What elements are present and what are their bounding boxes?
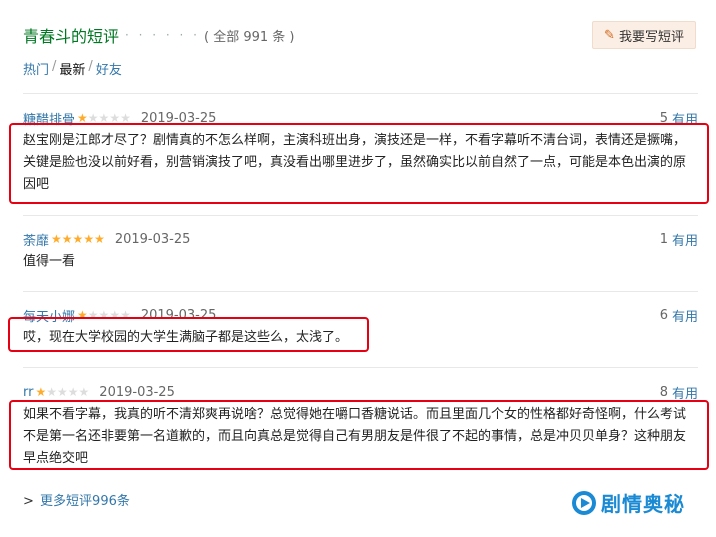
more-comments-label: 更多短评996条	[40, 494, 130, 509]
section-title[interactable]: 青春斗的短评	[23, 23, 119, 47]
star-empty-icon: ★	[78, 385, 90, 399]
comment-date: 2019-03-25	[140, 307, 217, 323]
comment-date: 2019-03-25	[140, 110, 217, 126]
more-comments-link[interactable]: > 更多短评996条	[23, 490, 130, 509]
write-comment-label: 我要写短评	[618, 29, 684, 45]
star-empty-icon: ★	[120, 308, 131, 322]
useful-vote-link[interactable]: 有用	[672, 230, 698, 249]
tab-latest[interactable]: 最新	[59, 59, 85, 78]
watermark-text: 剧情奥秘	[601, 492, 685, 516]
comment-meta: 每天小娜 ★ ★ ★ ★ ★ 2019-03-25	[23, 306, 217, 325]
comment-meta: rr ★ ★ ★ ★ ★ 2019-03-25	[23, 383, 175, 401]
useful-vote-link[interactable]: 有用	[672, 109, 698, 128]
rating-stars: ★ ★ ★ ★ ★	[77, 112, 131, 124]
star-empty-icon: ★	[87, 308, 99, 322]
comments-header: 青春斗的短评 · · · · · · ( 全部 991 条 )	[23, 22, 294, 48]
comment-date: 2019-03-25	[114, 231, 191, 247]
tab-separator: /	[52, 59, 57, 74]
star-filled-icon: ★	[35, 385, 47, 399]
useful-number: 1	[659, 231, 668, 247]
rating-stars: ★ ★ ★ ★ ★	[77, 309, 131, 321]
tab-separator: /	[88, 59, 93, 74]
tab-friends[interactable]: 好友	[96, 59, 122, 78]
comment-meta: 糖醋排骨 ★ ★ ★ ★ ★ 2019-03-25	[23, 109, 217, 128]
star-empty-icon: ★	[87, 111, 99, 125]
star-empty-icon: ★	[67, 385, 79, 399]
comment-username[interactable]: 荼靡	[23, 230, 49, 249]
rating-stars: ★ ★ ★ ★ ★	[35, 386, 89, 398]
comment-username[interactable]: rr	[23, 385, 33, 400]
star-filled-icon: ★	[77, 111, 88, 125]
star-filled-icon: ★	[61, 232, 73, 246]
useful-number: 8	[659, 384, 668, 400]
star-empty-icon: ★	[109, 111, 121, 125]
divider	[23, 215, 698, 216]
star-filled-icon: ★	[94, 232, 105, 246]
star-filled-icon: ★	[72, 232, 84, 246]
star-empty-icon: ★	[98, 308, 110, 322]
star-empty-icon: ★	[109, 308, 121, 322]
star-filled-icon: ★	[83, 232, 95, 246]
rating-stars: ★ ★ ★ ★ ★	[51, 233, 105, 245]
star-empty-icon: ★	[98, 111, 110, 125]
star-empty-icon: ★	[120, 111, 131, 125]
title-dots: · · · · · ·	[125, 28, 200, 42]
star-filled-icon: ★	[51, 232, 62, 246]
useful-vote-link[interactable]: 有用	[672, 306, 698, 325]
comment-text: 哎，现在大学校园的大学生满脑子都是这些么，太浅了。	[23, 330, 349, 345]
comment-text: 如果不看字幕，我真的听不清郑爽再说啥？总觉得她在嚼口香糖说话。而且里面几个女的性…	[23, 407, 687, 466]
comment-username[interactable]: 糖醋排骨	[23, 109, 75, 128]
star-empty-icon: ★	[57, 385, 68, 399]
useful-count: 6 有用	[659, 306, 698, 325]
sort-tabs: 热门 / 最新 / 好友	[23, 59, 122, 78]
comment-date: 2019-03-25	[99, 384, 175, 400]
comment-text: 赵宝刚是江郎才尽了？剧情真的不怎么样啊，主演科班出身，演技还是一样，不看字幕听不…	[23, 133, 687, 192]
chevron-right-icon: >	[23, 494, 34, 509]
useful-count: 5 有用	[659, 109, 698, 128]
divider	[23, 93, 698, 94]
star-empty-icon: ★	[46, 385, 57, 399]
watermark: 剧情奥秘	[571, 488, 685, 517]
total-count-link[interactable]: ( 全部 991 条 )	[204, 26, 295, 45]
useful-count: 1 有用	[659, 230, 698, 249]
useful-number: 6	[659, 307, 668, 323]
divider	[23, 367, 698, 368]
comment-text: 值得一看	[23, 254, 76, 269]
pencil-icon: ✎	[604, 27, 615, 43]
tab-hot[interactable]: 热门	[23, 59, 49, 78]
useful-count: 8 有用	[659, 383, 698, 402]
write-comment-button[interactable]: ✎ 我要写短评	[592, 21, 696, 49]
comment-username[interactable]: 每天小娜	[23, 306, 75, 325]
play-logo-icon	[572, 490, 596, 515]
useful-vote-link[interactable]: 有用	[672, 383, 698, 402]
star-filled-icon: ★	[77, 308, 88, 322]
comment-meta: 荼靡 ★ ★ ★ ★ ★ 2019-03-25	[23, 230, 191, 249]
divider	[23, 291, 698, 292]
useful-number: 5	[659, 110, 668, 126]
